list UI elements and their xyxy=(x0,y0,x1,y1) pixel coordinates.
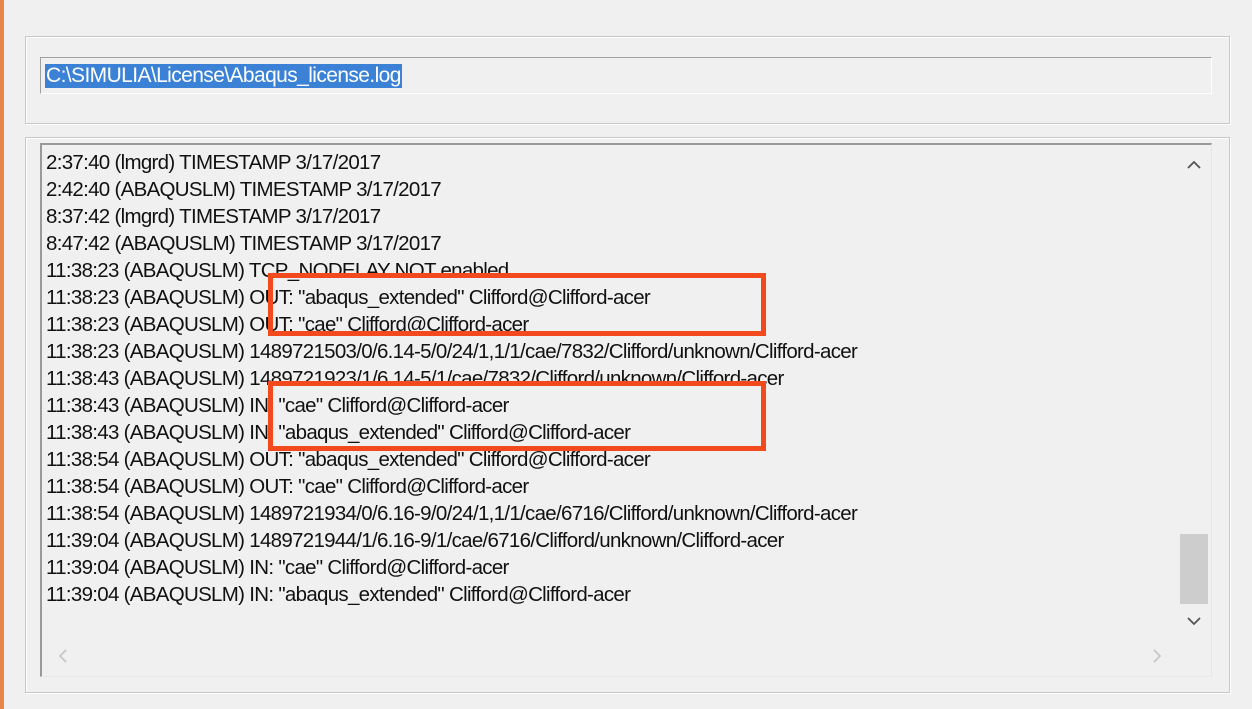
scroll-down-icon[interactable] xyxy=(1177,605,1211,635)
vertical-scroll-thumb[interactable] xyxy=(1180,534,1208,604)
out-events-highlight xyxy=(268,273,766,336)
log-line: 8:47:42 (ABAQUSLM) TIMESTAMP 3/17/2017 xyxy=(46,232,442,255)
log-line: 11:39:04 (ABAQUSLM) 1489721944/1/6.16-9/… xyxy=(46,529,784,552)
log-path-field[interactable]: C:\SIMULIA\License\Abaqus_license.log xyxy=(40,57,1212,94)
vertical-scrollbar[interactable] xyxy=(1177,145,1211,637)
scroll-right-icon[interactable] xyxy=(1142,638,1172,676)
scrollbar-corner xyxy=(1177,638,1211,676)
log-line: 11:39:04 (ABAQUSLM) IN: "cae" Clifford@C… xyxy=(46,556,509,579)
log-path-selected-text[interactable]: C:\SIMULIA\License\Abaqus_license.log xyxy=(45,64,402,88)
log-line: 11:38:54 (ABAQUSLM) OUT: "cae" Clifford@… xyxy=(46,475,529,498)
horizontal-scrollbar[interactable] xyxy=(42,638,1178,676)
scroll-left-icon[interactable] xyxy=(48,638,78,676)
log-line: 11:38:23 (ABAQUSLM) 1489721503/0/6.14-5/… xyxy=(46,340,858,363)
log-line: 11:38:54 (ABAQUSLM) 1489721934/0/6.16-9/… xyxy=(46,502,858,525)
log-line: 11:39:04 (ABAQUSLM) IN: "abaqus_extended… xyxy=(46,583,631,606)
scroll-up-icon[interactable] xyxy=(1177,149,1211,179)
window-edge xyxy=(0,0,4,709)
log-line: 2:42:40 (ABAQUSLM) TIMESTAMP 3/17/2017 xyxy=(46,178,442,201)
log-line: 8:37:42 (lmgrd) TIMESTAMP 3/17/2017 xyxy=(46,205,381,228)
in-events-highlight xyxy=(268,381,766,451)
log-lines: 2:37:40 (lmgrd) TIMESTAMP 3/17/2017 2:42… xyxy=(46,149,1174,608)
log-line: 2:37:40 (lmgrd) TIMESTAMP 3/17/2017 xyxy=(46,151,381,174)
